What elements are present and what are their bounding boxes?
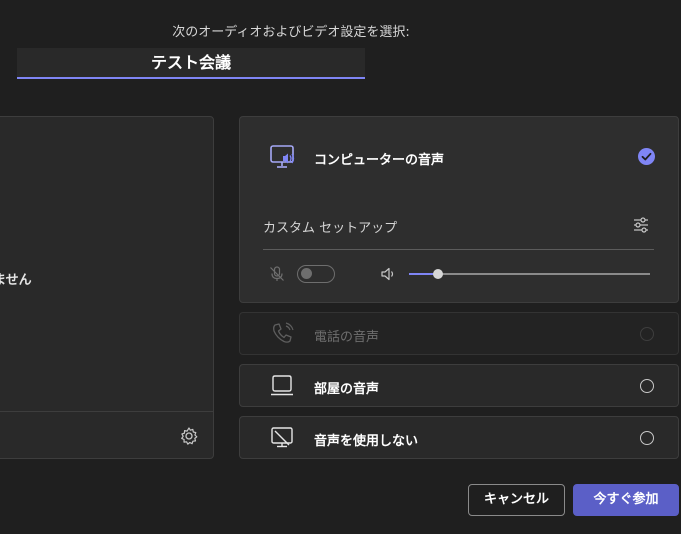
no-audio-label: 音声を使用しない (314, 434, 419, 449)
video-preview-panel: ません (0, 116, 214, 459)
mic-toggle[interactable] (297, 265, 335, 283)
gear-icon[interactable] (179, 426, 199, 446)
volume-slider-thumb[interactable] (432, 269, 443, 279)
setup-prompt: 次のオーディオおよびビデオ設定を選択: (172, 25, 410, 40)
room-audio-option[interactable]: 部屋の音声 (239, 364, 679, 407)
no-audio-radio[interactable] (640, 431, 654, 445)
room-audio-radio[interactable] (640, 379, 654, 393)
cancel-button[interactable]: キャンセル (468, 484, 565, 516)
no-audio-option[interactable]: 音声を使用しない (239, 416, 679, 459)
room-audio-label: 部屋の音声 (314, 382, 380, 397)
phone-icon (273, 322, 294, 343)
divider (263, 249, 654, 250)
mic-off-icon (270, 266, 284, 281)
device-settings-icon[interactable] (631, 215, 651, 235)
selected-check-icon (638, 148, 655, 165)
phone-audio-radio[interactable] (640, 327, 654, 341)
phone-audio-option[interactable]: 電話の音声 (239, 312, 679, 355)
divider (0, 411, 213, 412)
computer-audio-label: コンピューターの音声 (314, 153, 445, 168)
speaker-volume-slider[interactable] (409, 269, 650, 279)
speaker-icon (381, 267, 394, 281)
meeting-title: テスト会議 (17, 48, 365, 79)
join-now-button[interactable]: 今すぐ参加 (573, 484, 679, 516)
computer-audio-icon (270, 145, 295, 168)
video-status-text: ません (0, 273, 32, 288)
room-audio-icon (271, 375, 293, 396)
no-audio-icon (271, 427, 293, 448)
phone-audio-label: 電話の音声 (314, 330, 380, 345)
custom-setup-label: カスタム セットアップ (263, 221, 398, 236)
computer-audio-option[interactable]: コンピューターの音声 カスタム セットアップ (239, 116, 679, 303)
toggle-knob (301, 268, 312, 279)
